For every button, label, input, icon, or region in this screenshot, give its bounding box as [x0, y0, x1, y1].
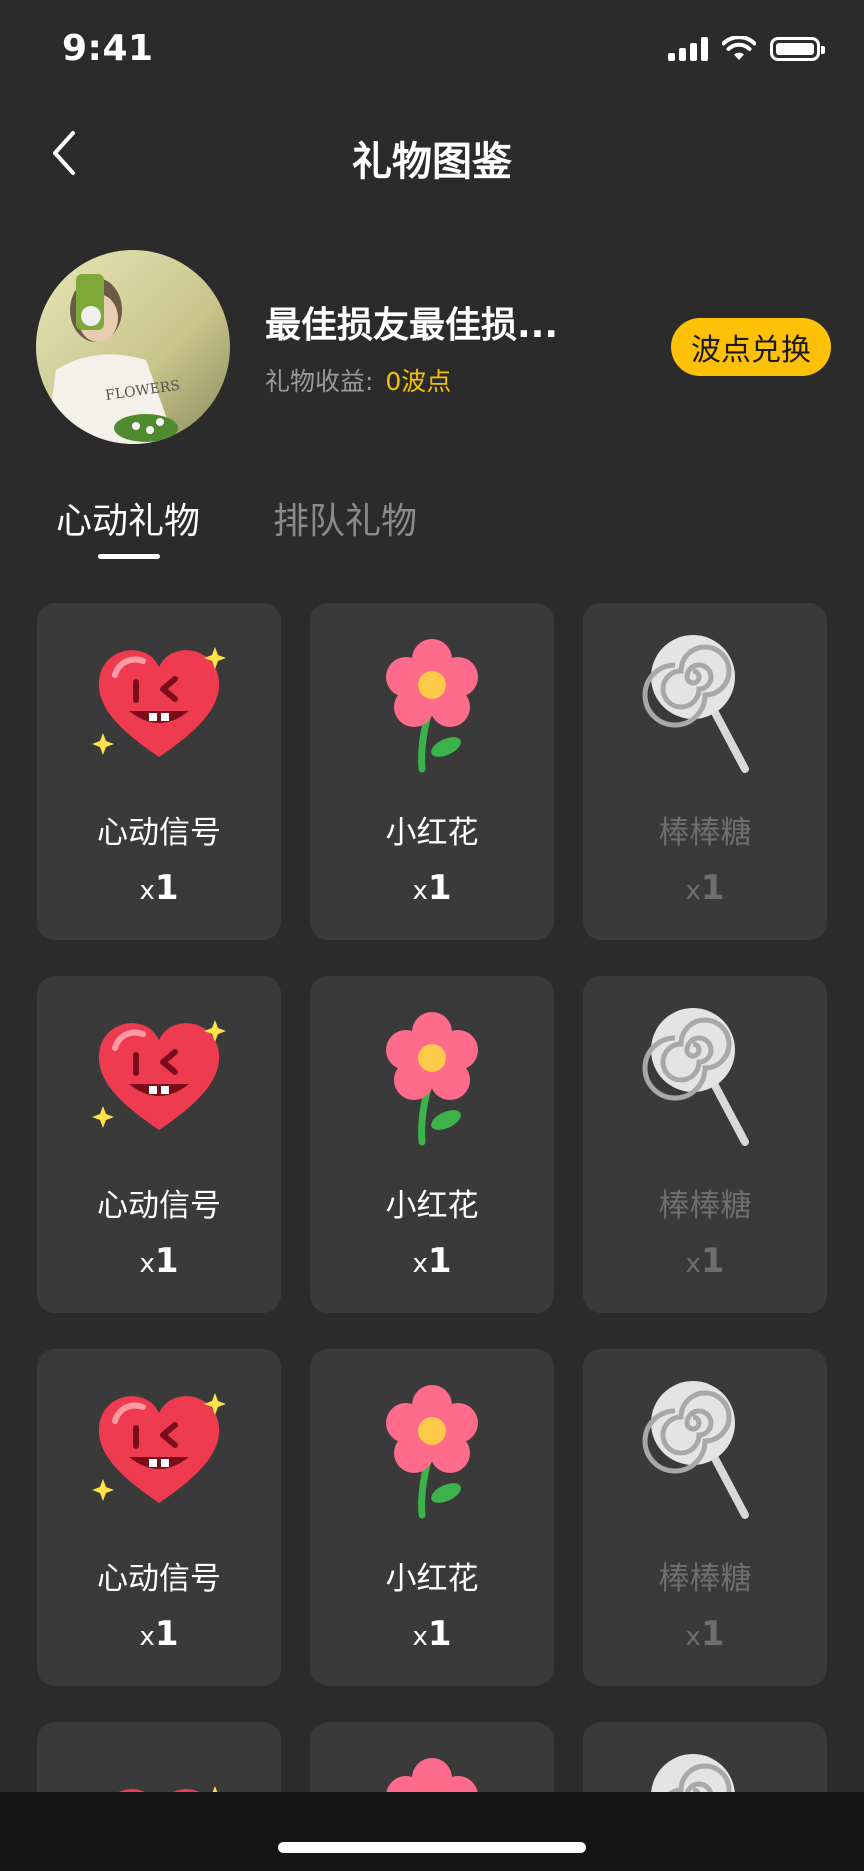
avatar-image: FLOWERS: [36, 250, 230, 444]
wifi-icon: [722, 36, 756, 60]
gift-name: 心动信号: [97, 815, 221, 851]
avatar[interactable]: FLOWERS: [36, 250, 230, 444]
gift-income-label: 礼物收益:: [265, 367, 374, 396]
nav-bar: 礼物图鉴: [0, 115, 864, 195]
flower-gift-icon: [386, 639, 478, 773]
gift-name: 棒棒糖: [658, 815, 752, 851]
status-icons: [668, 36, 825, 62]
flower-gift-icon: [386, 1758, 478, 1794]
cellular-signal-icon: [668, 37, 708, 61]
gift-card[interactable]: 棒棒糖 x1: [583, 603, 827, 940]
lollipop-gift-icon: [642, 635, 749, 773]
user-name: 最佳损友最佳损...: [265, 305, 559, 346]
lollipop-gift-icon: [642, 1381, 749, 1519]
gift-name: 小红花: [385, 815, 479, 851]
gift-count: x1: [685, 1614, 725, 1654]
heart-gift-icon: [92, 1020, 226, 1130]
tab-queue-gifts[interactable]: 排队礼物: [273, 492, 417, 544]
lollipop-gift-icon: [651, 1754, 735, 1794]
gift-name: 心动信号: [97, 1561, 221, 1597]
heart-gift-icon: [114, 1786, 218, 1794]
gift-count: x1: [139, 1241, 179, 1281]
gift-card[interactable]: 小红花 x1: [310, 976, 554, 1313]
gift-count: x1: [685, 868, 725, 908]
status-bar: 9:41: [0, 0, 864, 100]
home-bar-area: [0, 1792, 864, 1871]
gift-card[interactable]: 心动信号 x1: [37, 976, 281, 1313]
gift-count: x1: [412, 868, 452, 908]
flower-gift-icon: [386, 1012, 478, 1146]
gift-card[interactable]: 小红花 x1: [310, 1349, 554, 1686]
gift-name: 心动信号: [97, 1188, 221, 1224]
gift-card[interactable]: 棒棒糖 x1: [583, 1349, 827, 1686]
profile-header: FLOWERS 最佳损友最佳损... 礼物收益: 0波点 波点兑换: [0, 250, 864, 446]
battery-icon: [770, 37, 825, 61]
gift-name: 棒棒糖: [658, 1188, 752, 1224]
tab-heartbeat-gifts[interactable]: 心动礼物: [56, 492, 200, 544]
gift-count: x1: [139, 1614, 179, 1654]
status-time: 9:41: [62, 28, 154, 69]
gift-income: 礼物收益: 0波点: [265, 362, 451, 398]
exchange-button[interactable]: 波点兑换: [671, 318, 831, 376]
page-title: 礼物图鉴: [352, 139, 512, 185]
gift-card-partial[interactable]: [37, 1722, 281, 1794]
gift-income-value: 0波点: [385, 367, 452, 396]
gift-card-partial[interactable]: [310, 1722, 554, 1794]
lollipop-gift-icon: [642, 1008, 749, 1146]
gift-name: 小红花: [385, 1188, 479, 1224]
gift-card[interactable]: 心动信号 x1: [37, 603, 281, 940]
gift-count: x1: [685, 1241, 725, 1281]
gift-count: x1: [412, 1614, 452, 1654]
heart-gift-icon: [92, 647, 226, 757]
gift-card[interactable]: 小红花 x1: [310, 603, 554, 940]
gift-count: x1: [139, 868, 179, 908]
gift-card[interactable]: 棒棒糖 x1: [583, 976, 827, 1313]
gift-name: 小红花: [385, 1561, 479, 1597]
gift-card-partial[interactable]: [583, 1722, 827, 1794]
gift-card[interactable]: 心动信号 x1: [37, 1349, 281, 1686]
gift-tabs: 心动礼物 排队礼物: [0, 492, 864, 562]
flower-gift-icon: [386, 1385, 478, 1519]
active-tab-indicator: [98, 554, 160, 559]
heart-gift-icon: [92, 1393, 226, 1503]
home-indicator[interactable]: [278, 1842, 586, 1853]
gift-name: 棒棒糖: [658, 1561, 752, 1597]
gift-count: x1: [412, 1241, 452, 1281]
